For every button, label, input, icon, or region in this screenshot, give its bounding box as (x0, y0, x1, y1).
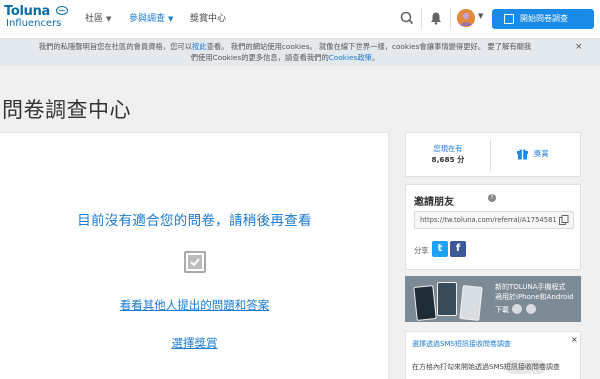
cookie-text-b: 查看。 我們的網站使用cookies。 就像在線下世界一樣，cookies會讓事… (206, 42, 532, 51)
points-label: 您現在有 (433, 144, 463, 153)
share-label: 分享 (414, 246, 429, 255)
sms-opt-in-card: 選擇透過SMS短訊接收問卷調查 × 在方格內打勾來開始透過SMS短訊接收問卷調查 (405, 331, 581, 379)
close-icon[interactable]: × (575, 42, 583, 52)
phone-illustration (413, 285, 437, 321)
invite-friends-card: 邀請朋友 ? https://tw.toluna.com/referral/A1… (405, 184, 581, 270)
header-divider (421, 8, 422, 30)
cookie-banner: 我們的私隱聲明旨您在社區的會員資格，您可以按此查看。 我們的網站使用cookie… (0, 39, 600, 66)
survey-panel: 目前沒有適合您的問卷，請稍後再查看 看看其他人提出的問題和答案 選擇獎賞 (0, 132, 389, 379)
chevron-down-icon[interactable]: ▼ (478, 12, 483, 20)
help-icon[interactable]: ? (488, 194, 496, 202)
chevron-down-icon: ▼ (168, 15, 174, 23)
top-header: Toluna Influencers 社區 ▼ 參與調查 ▼ 獎賞中心 ▼ 開始問卷… (0, 0, 600, 39)
sms-text: 在方格內打勾來開始透過SMS短訊接收問卷調查 (412, 363, 560, 371)
cookie-text-c: 們使用Cookies的更多信息，請查看我們的 (190, 53, 329, 62)
sms-title[interactable]: 選擇透過SMS短訊接收問卷調查 (412, 339, 511, 349)
nav-community-label: 社區 (85, 14, 104, 24)
nav-surveys[interactable]: 參與調查 ▼ (129, 12, 173, 26)
page-title: 問卷調查中心 (2, 98, 131, 122)
rewards-link[interactable]: 選擇獎賞 (0, 335, 389, 351)
nav-rewards-label: 獎賞中心 (190, 14, 227, 24)
search-icon[interactable] (399, 10, 415, 26)
points-value: 8,685 分 (431, 155, 465, 164)
start-survey-label: 開始問卷調查 (520, 14, 568, 23)
cookie-text-d: 。 (371, 53, 380, 62)
logo-subtitle: Influencers (6, 18, 62, 29)
cookie-text-a: 我們的私隱聲明旨您在社區的會員資格，您可以 (38, 42, 192, 51)
avatar[interactable] (457, 9, 475, 27)
privacy-link[interactable]: 按此 (192, 42, 207, 51)
close-icon[interactable]: × (571, 335, 578, 344)
toluna-logo[interactable]: Toluna Influencers (4, 5, 70, 35)
nav-rewards[interactable]: 獎賞中心 (190, 12, 226, 26)
phone-illustration (437, 282, 457, 316)
checkbox-icon (184, 251, 206, 273)
twitter-share-button[interactable]: t (432, 241, 448, 257)
referral-url-field[interactable]: https://tw.toluna.com/referral/A1754581 (414, 211, 574, 229)
start-survey-button[interactable]: 開始問卷調查 (492, 9, 594, 29)
invite-title: 邀請朋友 (414, 197, 454, 208)
app-platforms: 適用於iPhone和Android (495, 293, 574, 301)
logo-speech-icon (56, 6, 68, 15)
survey-icon (504, 14, 514, 24)
points-card: 您現在有 8,685 分 獎賞 (405, 132, 581, 177)
nav-surveys-label: 參與調查 (129, 14, 166, 24)
questions-link[interactable]: 看看其他人提出的問題和答案 (0, 297, 389, 313)
cookie-policy-link[interactable]: Cookies政策 (329, 53, 372, 62)
cookie-text: 我們的私隱聲明旨您在社區的會員資格，您可以按此查看。 我們的網站使用cookie… (0, 41, 570, 63)
empty-message: 目前沒有適合您的問卷，請稍後再查看 (77, 213, 312, 229)
phone-illustration (459, 285, 483, 321)
app-headline: 新的TOLUNA手機程式 (495, 283, 566, 291)
copy-icon[interactable] (559, 215, 569, 225)
user-avatar-image (457, 9, 475, 27)
gift-icon[interactable] (516, 147, 529, 160)
header-divider (450, 8, 451, 30)
app-download-label: 下載 (495, 306, 509, 314)
chevron-down-icon: ▼ (106, 15, 112, 23)
bell-icon[interactable] (428, 10, 444, 26)
points-divider (490, 139, 491, 171)
rewards-shortcut[interactable]: 獎賞 (534, 149, 549, 159)
android-store-icon[interactable] (526, 304, 536, 314)
nav-community[interactable]: 社區 ▼ (85, 12, 111, 26)
facebook-share-button[interactable]: f (450, 241, 466, 257)
checkmark-icon (188, 255, 202, 269)
apple-store-icon[interactable] (512, 304, 522, 314)
mobile-app-banner[interactable]: 新的TOLUNA手機程式 適用於iPhone和Android 下載 (405, 276, 581, 322)
